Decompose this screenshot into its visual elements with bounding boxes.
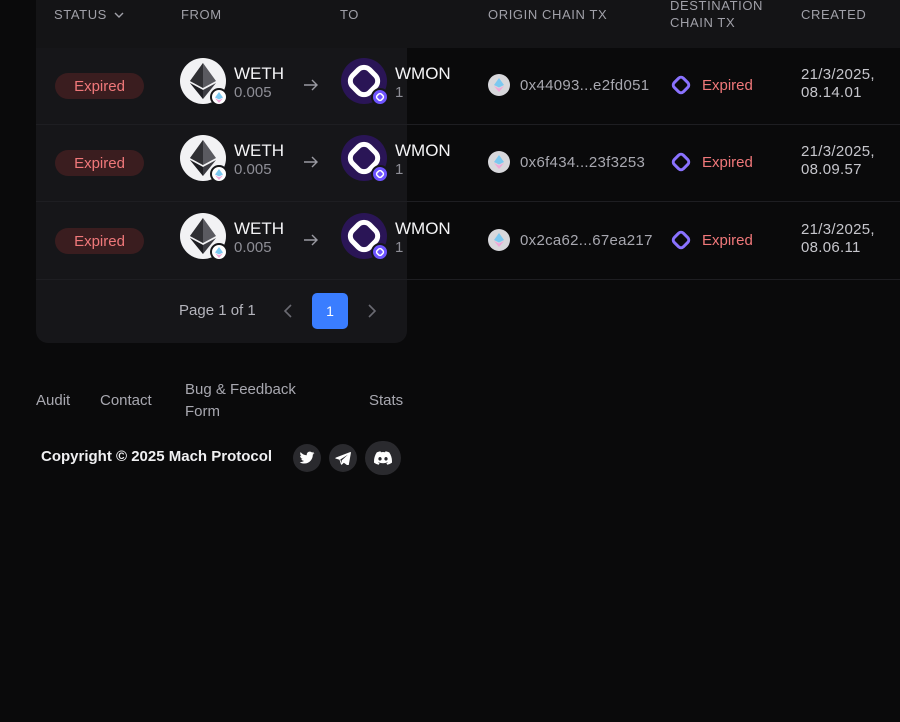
status-badge: Expired bbox=[55, 73, 144, 99]
arrow-right-icon bbox=[304, 79, 318, 91]
table-header: STATUS FROM TO ORIGIN CHAIN TX DESTINATI… bbox=[36, 0, 900, 48]
to-token-name: WMON bbox=[395, 219, 451, 238]
page-label: Page 1 of 1 bbox=[179, 302, 256, 319]
monad-chain-badge-icon bbox=[371, 88, 389, 106]
created-timestamp: 21/3/2025, 08.14.01 bbox=[801, 66, 875, 102]
header-destination-chain-tx: DESTINATION CHAIN TX bbox=[670, 0, 780, 31]
pagination: Page 1 of 1 1 bbox=[36, 292, 407, 330]
copyright-text: Copyright © 2025 Mach Protocol bbox=[41, 448, 273, 465]
telegram-icon bbox=[335, 451, 351, 465]
footer-link-audit[interactable]: Audit bbox=[36, 390, 70, 412]
destination-tx: Expired bbox=[670, 74, 753, 96]
to-token-name: WMON bbox=[395, 64, 451, 83]
destination-tx: Expired bbox=[670, 151, 753, 173]
page-button-current[interactable]: 1 bbox=[312, 293, 348, 329]
ethereum-icon bbox=[180, 135, 228, 183]
table-row[interactable]: Expired WETH 0.005 WMON 1 0x44093...e2fd… bbox=[36, 48, 900, 125]
header-status-label: STATUS bbox=[54, 7, 107, 22]
ethereum-chain-badge-icon bbox=[210, 88, 228, 106]
destination-tx-status: Expired bbox=[702, 76, 753, 94]
status-badge: Expired bbox=[55, 228, 144, 254]
telegram-button[interactable] bbox=[329, 444, 357, 472]
to-token: WMON 1 bbox=[341, 135, 451, 183]
from-token-amount: 0.005 bbox=[234, 84, 272, 101]
origin-tx-link[interactable]: 0x44093...e2fd051 bbox=[488, 74, 649, 96]
table-row[interactable]: Expired WETH 0.005 WMON 1 0x6f434...23f3… bbox=[36, 125, 900, 202]
from-token-amount: 0.005 bbox=[234, 239, 272, 256]
origin-tx-link[interactable]: 0x2ca62...67ea217 bbox=[488, 229, 653, 251]
origin-tx-hash: 0x6f434...23f3253 bbox=[520, 153, 646, 171]
from-token: WETH 0.005 bbox=[180, 135, 285, 183]
chevron-right-icon[interactable] bbox=[362, 302, 380, 320]
from-token-name: WETH bbox=[234, 141, 285, 160]
monad-chain-badge-icon bbox=[371, 243, 389, 261]
monad-chain-icon bbox=[671, 75, 691, 95]
to-token-amount: 1 bbox=[395, 84, 404, 101]
to-token-amount: 1 bbox=[395, 239, 404, 256]
chevron-down-icon bbox=[114, 12, 124, 18]
monad-chain-badge-icon bbox=[371, 165, 389, 183]
header-from: FROM bbox=[181, 7, 222, 22]
from-token-name: WETH bbox=[234, 219, 285, 238]
ethereum-chain-icon bbox=[488, 229, 510, 251]
footer-link-contact[interactable]: Contact bbox=[100, 390, 152, 412]
created-time: 08.06.11 bbox=[801, 239, 861, 256]
to-token-name: WMON bbox=[395, 141, 451, 160]
created-date: 21/3/2025, bbox=[801, 221, 875, 238]
from-token-name: WETH bbox=[234, 64, 285, 83]
discord-icon bbox=[374, 451, 392, 465]
created-time: 08.14.01 bbox=[801, 84, 862, 101]
to-token: WMON 1 bbox=[341, 58, 451, 106]
ethereum-chain-badge-icon bbox=[210, 165, 228, 183]
footer-link-bug-feedback[interactable]: Bug & Feedback Form bbox=[185, 379, 325, 423]
discord-button[interactable] bbox=[365, 441, 401, 475]
from-token: WETH 0.005 bbox=[180, 213, 285, 261]
arrow-right-icon bbox=[304, 156, 318, 168]
arrow-right-icon bbox=[304, 234, 318, 246]
to-token: WMON 1 bbox=[341, 213, 451, 261]
destination-tx-status: Expired bbox=[702, 231, 753, 249]
origin-tx-hash: 0x2ca62...67ea217 bbox=[520, 231, 653, 249]
created-time: 08.09.57 bbox=[801, 161, 862, 178]
created-date: 21/3/2025, bbox=[801, 143, 875, 160]
twitter-button[interactable] bbox=[293, 444, 321, 472]
destination-tx: Expired bbox=[670, 229, 753, 251]
twitter-icon bbox=[299, 451, 315, 464]
ethereum-chain-icon bbox=[488, 74, 510, 96]
monad-icon bbox=[341, 135, 389, 183]
header-status[interactable]: STATUS bbox=[54, 6, 125, 23]
header-to: TO bbox=[340, 7, 360, 22]
created-date: 21/3/2025, bbox=[801, 66, 875, 83]
status-badge: Expired bbox=[55, 150, 144, 176]
header-created: CREATED bbox=[801, 7, 867, 22]
monad-chain-icon bbox=[671, 152, 691, 172]
header-origin-chain-tx: ORIGIN CHAIN TX bbox=[488, 7, 608, 22]
ethereum-chain-badge-icon bbox=[210, 243, 228, 261]
table-row[interactable]: Expired WETH 0.005 WMON 1 0x2ca62...67ea… bbox=[36, 203, 900, 280]
from-token: WETH 0.005 bbox=[180, 58, 285, 106]
ethereum-icon bbox=[180, 213, 228, 261]
from-token-amount: 0.005 bbox=[234, 161, 272, 178]
ethereum-icon bbox=[180, 58, 228, 106]
created-timestamp: 21/3/2025, 08.06.11 bbox=[801, 221, 875, 257]
header-destination-line1: DESTINATION bbox=[670, 0, 764, 13]
chevron-left-icon[interactable] bbox=[280, 302, 298, 320]
monad-icon bbox=[341, 213, 389, 261]
destination-tx-status: Expired bbox=[702, 153, 753, 171]
monad-icon bbox=[341, 58, 389, 106]
footer-link-stats[interactable]: Stats bbox=[369, 390, 403, 412]
created-timestamp: 21/3/2025, 08.09.57 bbox=[801, 143, 875, 179]
monad-chain-icon bbox=[671, 230, 691, 250]
ethereum-chain-icon bbox=[488, 151, 510, 173]
origin-tx-hash: 0x44093...e2fd051 bbox=[520, 76, 650, 94]
header-destination-line2: CHAIN TX bbox=[670, 15, 736, 30]
to-token-amount: 1 bbox=[395, 161, 404, 178]
origin-tx-link[interactable]: 0x6f434...23f3253 bbox=[488, 151, 645, 173]
